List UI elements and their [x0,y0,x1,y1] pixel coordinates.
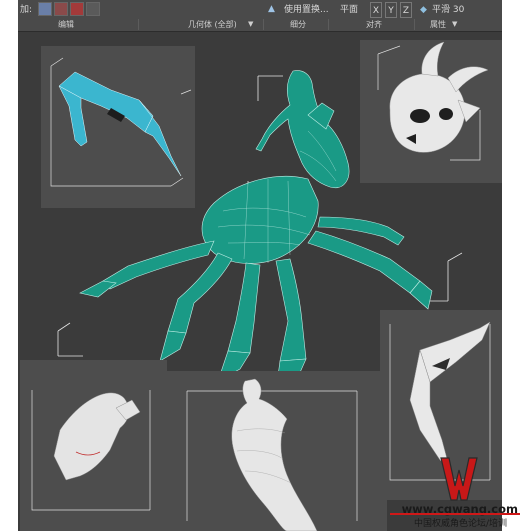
viewport-claw[interactable] [20,360,167,531]
box-icon[interactable] [70,2,84,16]
viewport-skull[interactable] [360,40,502,183]
cgwang-logo-icon [440,457,478,501]
cube-icon[interactable] [54,2,68,16]
watermark-caption: 中国权威角色论坛/培训 [414,519,508,529]
watermark-red-bar [390,513,520,515]
plane-button[interactable]: 平面 [340,2,358,18]
watermark: www.cgwang.com 中国权威角色论坛/培训 [390,456,520,531]
ribbon-left-label: 加: [20,5,33,15]
section-align[interactable]: 对齐 [366,19,382,30]
section-subdivision[interactable]: 细分 [290,19,306,30]
smooth-icon: ◆ [420,5,427,15]
align-x-button[interactable]: X [370,2,382,18]
ribbon-divider [328,19,329,30]
section-geometry[interactable]: 几何体 (全部) [188,19,237,30]
section-properties[interactable]: 属性 [430,19,446,30]
ribbon-divider [414,19,415,30]
viewport-arm-cyan[interactable] [41,46,195,208]
align-y-button[interactable]: Y [385,2,397,18]
chevron-down-icon[interactable]: ▼ [452,19,457,30]
displace-icon[interactable]: ▲ [268,2,280,16]
section-edit[interactable]: 编辑 [58,19,74,30]
3ds-max-window: 加: ▲ 使用置换... 平面 X Y Z ◆ 平滑 30 编辑 几何体 (全部… [18,0,502,531]
smooth-30-button[interactable]: 平滑 30 [432,2,464,18]
paint-icon[interactable] [86,2,100,16]
modeling-ribbon: 加: ▲ 使用置换... 平面 X Y Z ◆ 平滑 30 编辑 几何体 (全部… [18,0,502,32]
viewport-torso[interactable] [167,371,387,531]
ribbon-divider [138,19,139,30]
align-z-button[interactable]: Z [400,2,412,18]
select-object-icon[interactable] [38,2,52,16]
ribbon-divider [263,19,264,30]
chevron-down-icon[interactable]: ▼ [248,19,253,30]
use-replace-button[interactable]: 使用置换... [284,2,329,18]
